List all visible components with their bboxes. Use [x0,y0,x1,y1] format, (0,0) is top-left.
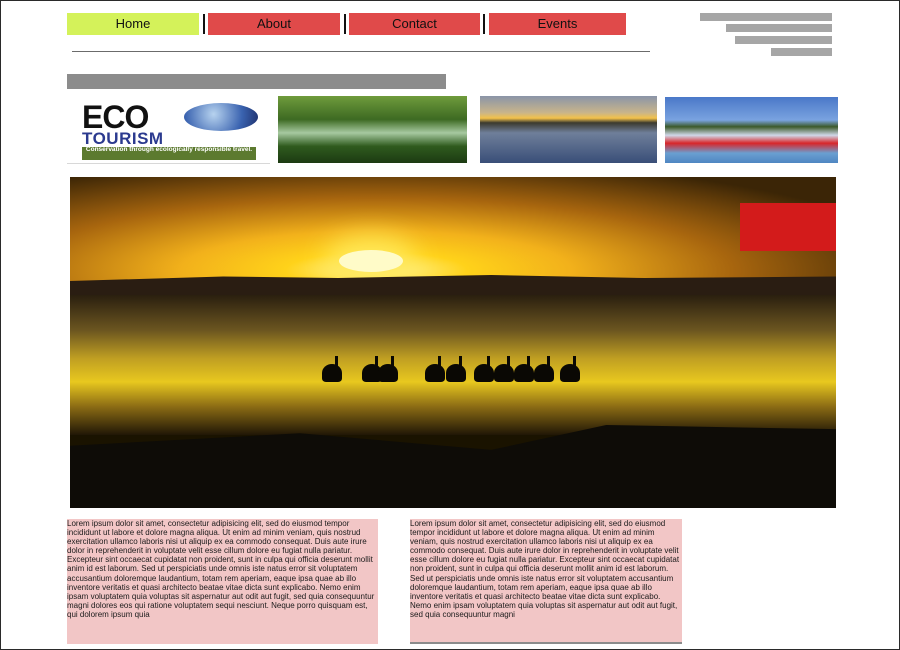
nav-contact-button[interactable]: Contact [349,13,480,35]
hero-sky [70,177,836,287]
nav-about-button[interactable]: About [208,13,340,35]
pelican-silhouette [378,356,398,382]
pelican-silhouette [514,356,534,382]
hero-shoreline [70,425,836,508]
hero-sunset-image [70,177,836,508]
pelican-silhouette [322,356,342,382]
left-text-block: Lorem ipsum dolor sit amet, consectetur … [67,519,378,644]
nav-home-button[interactable]: Home [67,13,199,35]
menu-line [700,13,832,21]
nav-separator [344,14,346,34]
nav-separator [203,14,205,34]
menu-line [735,36,832,44]
hero-sun [339,250,403,272]
globe-icon [184,103,258,131]
eco-tourism-logo[interactable]: ECO TOURISM Conservation through ecologi… [67,96,270,164]
hero-red-badge[interactable] [740,203,836,251]
pelican-silhouette [446,356,466,382]
logo-tagline: Conservation through ecologically respon… [82,146,256,160]
pelican-silhouette [534,356,554,382]
thumbnail-forest-stream[interactable] [278,96,467,163]
thumbnail-kayakers[interactable] [665,97,838,163]
nav-events-button[interactable]: Events [489,13,626,35]
nav-separator [483,14,485,34]
thumbnail-lake-sunset[interactable] [480,96,657,163]
pelican-silhouette [474,356,494,382]
pelican-silhouette [494,356,514,382]
pelican-silhouette [560,356,580,382]
menu-line [771,48,832,56]
menu-line [726,24,832,32]
header-divider [72,51,650,52]
logo-eco-word: ECO [82,99,149,135]
right-text-block: Lorem ipsum dolor sit amet, consectetur … [410,519,682,644]
page-title-placeholder [67,74,446,89]
pelican-silhouette [425,356,445,382]
